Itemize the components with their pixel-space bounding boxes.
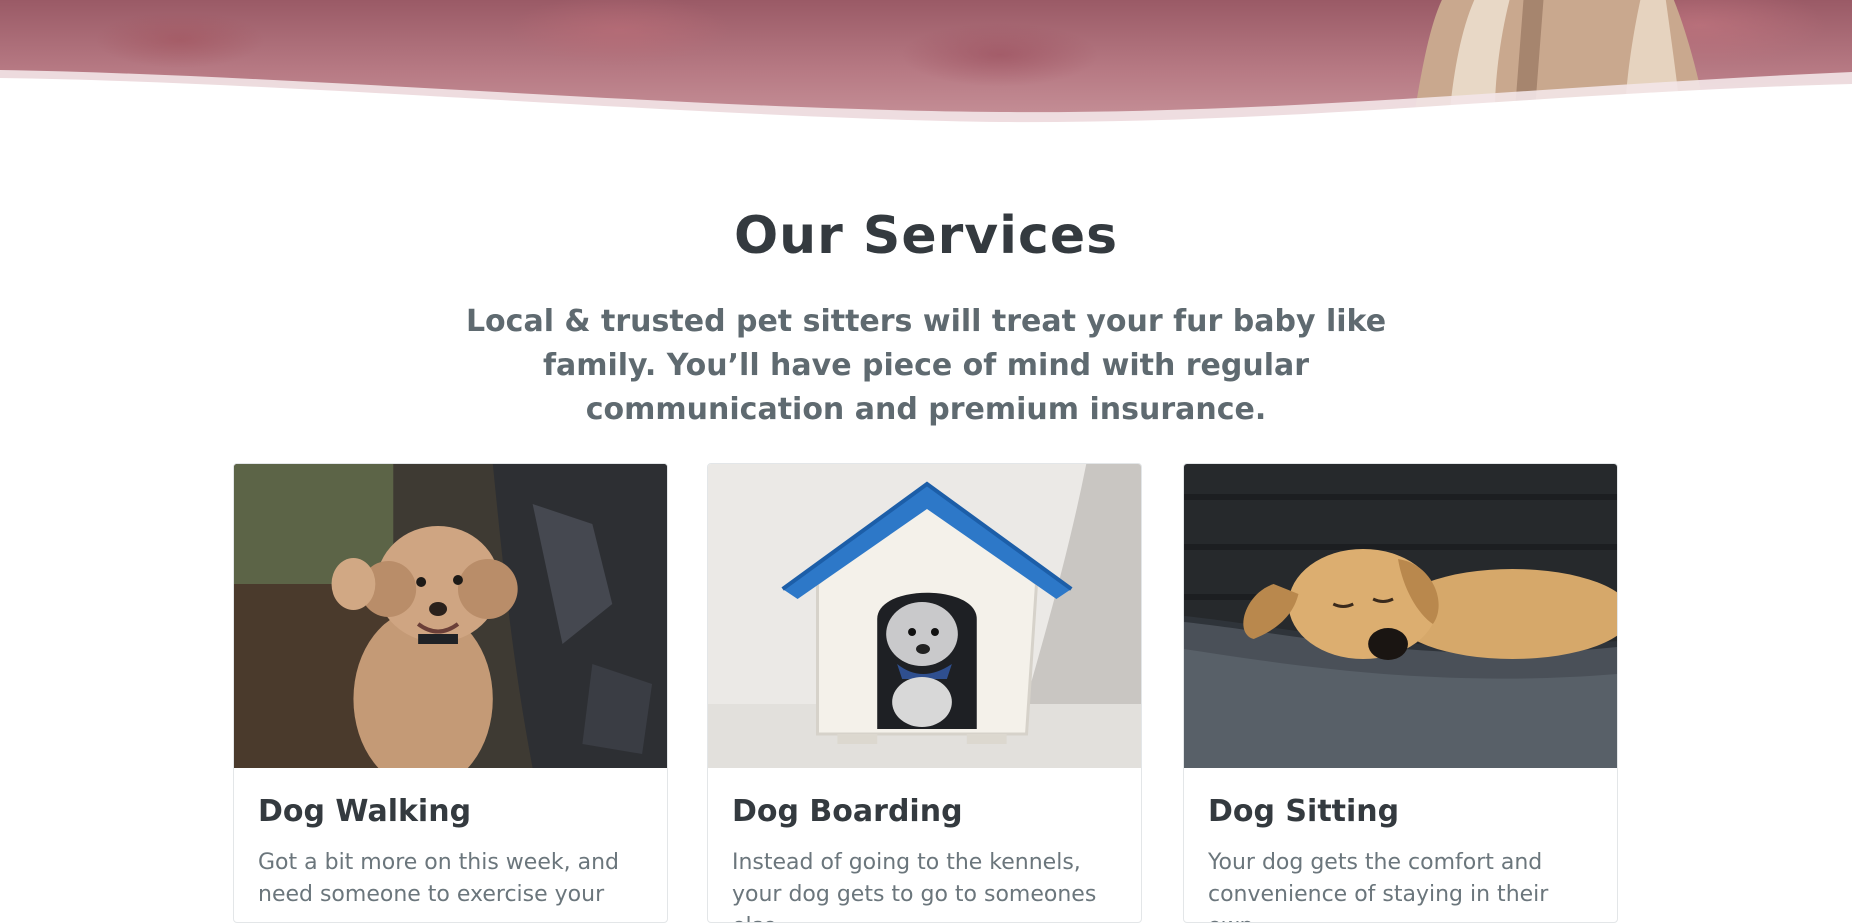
service-card-dog-walking[interactable]: Dog Walking Got a bit more on this week,… [233, 463, 668, 923]
doghouse-photo-icon [708, 464, 1141, 768]
service-card-dog-sitting[interactable]: Dog Sitting Your dog gets the comfort an… [1183, 463, 1618, 923]
card-text: Your dog gets the comfort and convenienc… [1208, 850, 1549, 922]
hero-wave-divider [0, 70, 1852, 130]
poodle-photo-icon [234, 464, 667, 768]
card-title: Dog Walking [258, 794, 472, 829]
card-title: Dog Boarding [732, 794, 963, 829]
card-text: Instead of going to the kennels, your do… [732, 850, 1097, 922]
services-title: Our Services [733, 206, 1119, 266]
services-intro: Local & trusted pet sitters will treat y… [465, 304, 1387, 427]
sleeping-dog-photo-icon [1184, 464, 1617, 768]
card-text: Got a bit more on this week, and need so… [258, 850, 619, 907]
card-title: Dog Sitting [1208, 794, 1400, 829]
service-card-dog-boarding[interactable]: Dog Boarding Instead of going to the ken… [707, 463, 1142, 923]
hero-banner [0, 0, 1852, 130]
